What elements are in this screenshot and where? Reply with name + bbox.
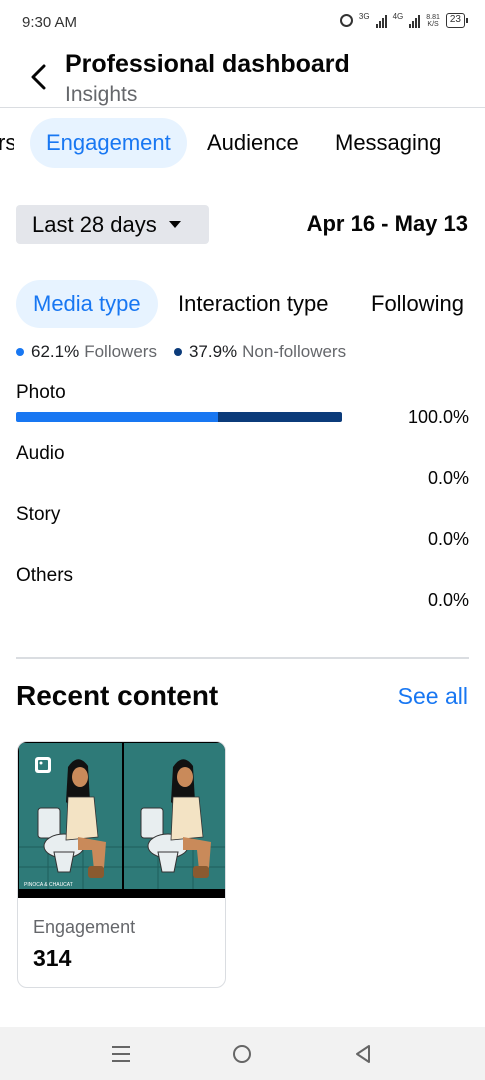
tab-audience[interactable]: Audience (207, 118, 299, 168)
row-value-others: 0.0% (427, 590, 469, 610)
system-back-button[interactable] (350, 1041, 376, 1067)
tab-partial[interactable]: rs (0, 118, 14, 168)
row-value-photo: 100.0% (407, 407, 469, 427)
non-followers-dot-icon (173, 348, 182, 356)
caret-down-icon (168, 221, 181, 228)
legend-non-followers: 37.9% Non-followers (173, 342, 346, 362)
row-label-others: Others (16, 565, 74, 586)
system-navbar (0, 1027, 485, 1080)
divider (16, 657, 469, 659)
tab-media-type[interactable]: Media type (16, 280, 158, 328)
chevron-left-icon (31, 64, 46, 90)
recent-content-title: Recent content (16, 680, 219, 711)
alarm-icon (339, 14, 353, 27)
battery-icon: 23 (445, 13, 469, 28)
status-icons: 3G 4G 8.81 K/S 23 (339, 12, 469, 28)
home-button[interactable] (229, 1041, 255, 1067)
network-4g-label: 4G (392, 12, 404, 21)
legend-followers: 62.1% Followers (16, 342, 157, 362)
row-label-story: Story (16, 504, 61, 525)
thumbnail-caption: PINOCA & CHAUCAT (24, 882, 73, 888)
tab-engagement[interactable]: Engagement (30, 118, 187, 168)
back-triangle-icon (356, 1045, 370, 1063)
network-3g-label: 3G (358, 12, 370, 21)
tab-interaction-type[interactable]: Interaction type (178, 280, 328, 328)
tab-messaging[interactable]: Messaging (335, 118, 441, 168)
breakdown-tabs: Media type Interaction type Following (0, 280, 485, 328)
row-label-photo: Photo (16, 382, 66, 403)
page-title: Professional dashboard (65, 50, 350, 78)
content-thumbnail: PINOCA & CHAUCAT (18, 742, 225, 898)
row-value-story: 0.0% (427, 529, 469, 549)
bar-segment-non-followers (218, 412, 342, 422)
status-time: 9:30 AM (22, 14, 78, 31)
row-label-audio: Audio (16, 443, 65, 464)
see-all-link[interactable]: See all (398, 683, 468, 710)
row-value-audio: 0.0% (427, 468, 469, 488)
tab-following[interactable]: Following (371, 280, 464, 328)
status-bar: 9:30 AM 3G 4G 8.81 K/S 23 (0, 0, 485, 46)
header: Professional dashboard Insights (0, 46, 485, 108)
content-card[interactable]: PINOCA & CHAUCAT Engagement 314 (17, 741, 226, 988)
home-circle-icon (233, 1045, 251, 1063)
thumbnail-image: PINOCA & CHAUCAT (18, 743, 225, 898)
card-metric-label: Engagement (33, 917, 136, 937)
legend: 62.1% Followers 37.9% Non-followers (16, 342, 363, 362)
signal-icon (375, 14, 387, 28)
recent-apps-button[interactable] (108, 1041, 134, 1067)
menu-icon (112, 1046, 130, 1062)
insights-tabs: rs Engagement Audience Messaging (0, 118, 485, 168)
page-subtitle: Insights (65, 83, 138, 106)
signal-icon-2 (409, 14, 421, 28)
date-range-dropdown-label: Last 28 days (32, 211, 157, 237)
bar-segment-followers (16, 412, 219, 422)
followers-dot-icon (16, 348, 24, 356)
photo-bar (16, 412, 342, 422)
date-range-dropdown[interactable]: Last 28 days (16, 205, 209, 244)
back-button[interactable] (24, 60, 52, 94)
network-speed: 8.81 K/S (426, 13, 440, 28)
card-metric-value: 314 (33, 945, 72, 971)
date-range-text: Apr 16 - May 13 (306, 211, 468, 236)
